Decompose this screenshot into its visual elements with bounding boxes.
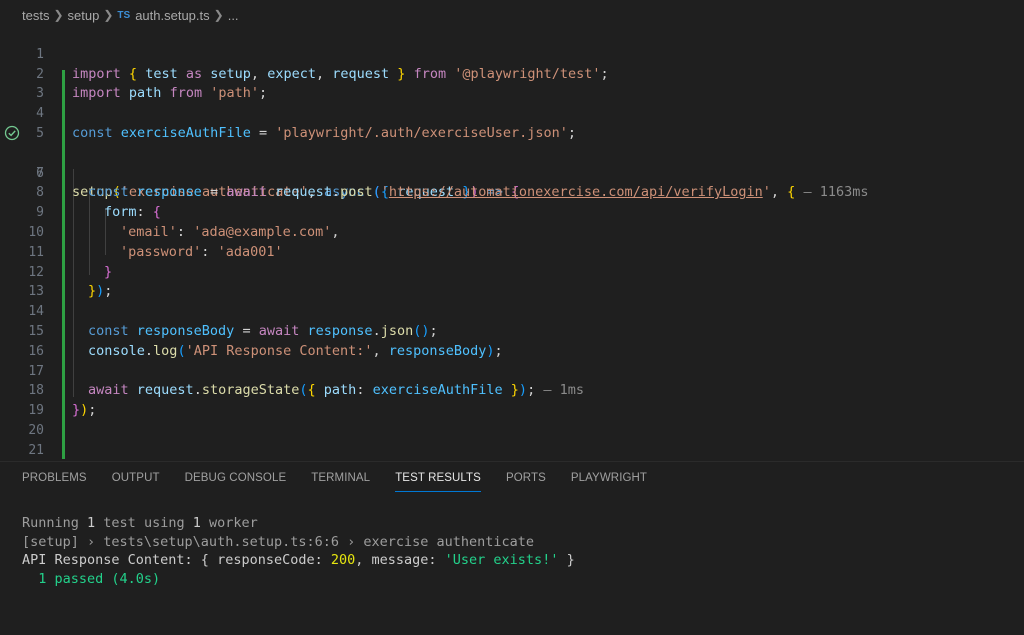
- tab-problems[interactable]: PROBLEMS: [22, 462, 87, 494]
- code-line-22[interactable]: 22: [0, 441, 1024, 478]
- code-line-17[interactable]: 17 await request.storageState({ path: ex…: [0, 342, 1024, 399]
- code-line-10[interactable]: 10 'password': 'ada001': [0, 203, 1024, 260]
- output-line-api-response: API Response Content: { responseCode: 20…: [22, 552, 575, 568]
- bottom-panel: PROBLEMS OUTPUT DEBUG CONSOLE TERMINAL T…: [0, 461, 1024, 635]
- code-line-9[interactable]: 9 'email': 'ada@example.com',: [0, 183, 1024, 240]
- code-line-21[interactable]: 21: [0, 421, 1024, 458]
- code-line-1[interactable]: 1 import { test as setup, expect, reques…: [0, 25, 1024, 82]
- breadcrumb-item-tests[interactable]: tests: [22, 8, 49, 23]
- chevron-right-icon: ❯: [103, 8, 114, 22]
- code-line-20[interactable]: 20: [0, 401, 1024, 438]
- tab-terminal[interactable]: TERMINAL: [311, 462, 370, 494]
- breadcrumb-item-symbols[interactable]: ...: [228, 8, 239, 23]
- tab-debug-console[interactable]: DEBUG CONSOLE: [185, 462, 287, 494]
- code-line-12[interactable]: 12 });: [0, 243, 1024, 300]
- code-line-19[interactable]: 19: [0, 381, 1024, 418]
- code-line-13[interactable]: 13: [0, 263, 1024, 299]
- code-line-5[interactable]: 5: [0, 104, 1024, 141]
- code-line-16[interactable]: 16: [0, 322, 1024, 359]
- code-line-18[interactable]: 18 });: [0, 362, 1024, 418]
- chevron-right-icon: ❯: [213, 8, 224, 22]
- tab-ports[interactable]: PORTS: [506, 462, 546, 494]
- code-line-6[interactable]: 6 setup('exercise authenticate', async (…: [0, 124, 1024, 200]
- code-line-2[interactable]: 2 import path from 'path';: [0, 45, 1024, 102]
- test-passed-icon[interactable]: [4, 125, 20, 141]
- output-line-running: Running 1 test using 1 worker: [22, 515, 258, 531]
- tab-test-results[interactable]: TEST RESULTS: [395, 462, 481, 494]
- typescript-file-icon: TS: [117, 9, 131, 21]
- code-line-4[interactable]: 4 const exerciseAuthFile = 'playwright/.…: [0, 84, 1024, 141]
- panel-tabs: PROBLEMS OUTPUT DEBUG CONSOLE TERMINAL T…: [0, 462, 672, 494]
- tab-playwright[interactable]: PLAYWRIGHT: [571, 462, 647, 494]
- code-line-11[interactable]: 11 }: [0, 223, 1024, 280]
- output-line-passed: 1 passed (4.0s): [22, 570, 161, 587]
- test-results-output[interactable]: Running 1 test using 1 worker [setup] › t…: [22, 514, 575, 588]
- code-editor[interactable]: 1 import { test as setup, expect, reques…: [0, 25, 1024, 478]
- code-line-14[interactable]: 14 const responseBody = await response.j…: [0, 282, 1024, 339]
- breadcrumb-item-setup[interactable]: setup: [68, 8, 100, 23]
- tab-output[interactable]: OUTPUT: [112, 462, 160, 494]
- code-line-7[interactable]: 7 const response = await request.post('h…: [0, 144, 1024, 201]
- code-line-15[interactable]: 15 console.log('API Response Content:', …: [0, 302, 1024, 359]
- breadcrumb-item-file[interactable]: auth.setup.ts: [135, 8, 209, 23]
- chevron-right-icon: ❯: [53, 8, 64, 22]
- output-line-setup: [setup] › tests\setup\auth.setup.ts:6:6 …: [22, 533, 535, 550]
- code-line-3[interactable]: 3: [0, 65, 1024, 101]
- code-line-8[interactable]: 8 form: {: [0, 164, 1024, 220]
